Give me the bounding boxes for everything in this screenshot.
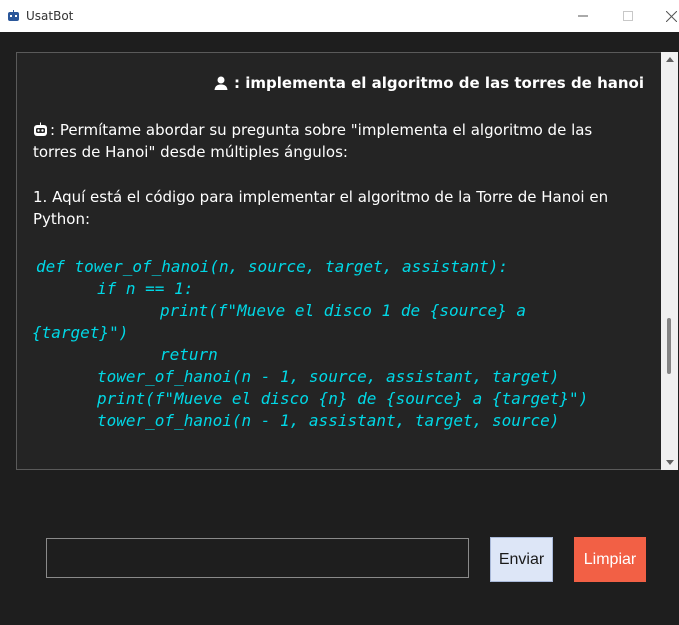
close-button[interactable] [648, 0, 679, 32]
close-icon [665, 10, 677, 22]
robot-icon [8, 10, 19, 21]
window-title: UsatBot [26, 9, 74, 23]
bot-message-text: : Permítame abordar su pregunta sobre "i… [50, 121, 593, 139]
title-bar: UsatBot [0, 0, 679, 32]
scrollbar-thumb[interactable] [667, 318, 671, 374]
code-line: def tower_of_hanoi(n, source, target, as… [36, 257, 509, 276]
minimize-icon [578, 15, 588, 17]
code-line: tower_of_hanoi(n - 1, source, assistant,… [97, 367, 560, 386]
code-line: return [160, 345, 218, 364]
bot-message-line: Python: [33, 210, 91, 228]
user-icon [214, 76, 228, 90]
code-line: if n == 1: [97, 279, 194, 298]
send-button[interactable]: Enviar [490, 537, 553, 582]
user-message-text: : implementa el algoritmo de las torres … [234, 74, 644, 92]
message-input[interactable] [46, 538, 469, 578]
code-line: print(f"Mueve el disco 1 de {source} a [160, 301, 527, 320]
maximize-icon [623, 11, 633, 21]
chat-scrollbar[interactable] [661, 52, 678, 470]
maximize-button[interactable] [605, 0, 651, 32]
code-line: print(f"Mueve el disco {n} de {source} a… [97, 389, 589, 408]
code-line: {target}") [32, 323, 129, 342]
scroll-down-arrow-icon[interactable] [666, 460, 674, 465]
chat-transcript[interactable]: : implementa el algoritmo de las torres … [16, 52, 663, 470]
minimize-button[interactable] [560, 0, 606, 32]
chat-content: : implementa el algoritmo de las torres … [17, 53, 662, 469]
bot-message-line: torres de Hanoi" desde múltiples ángulos… [33, 143, 348, 161]
code-line: tower_of_hanoi(n - 1, assistant, target,… [97, 411, 560, 430]
bot-icon [34, 122, 47, 136]
bot-message-line: 1. Aquí está el código para implementar … [33, 188, 609, 206]
scroll-up-arrow-icon[interactable] [666, 57, 674, 62]
user-message: : implementa el algoritmo de las torres … [213, 74, 644, 92]
clear-button[interactable]: Limpiar [574, 537, 646, 582]
bot-message-line: : Permítame abordar su pregunta sobre "i… [33, 119, 592, 141]
